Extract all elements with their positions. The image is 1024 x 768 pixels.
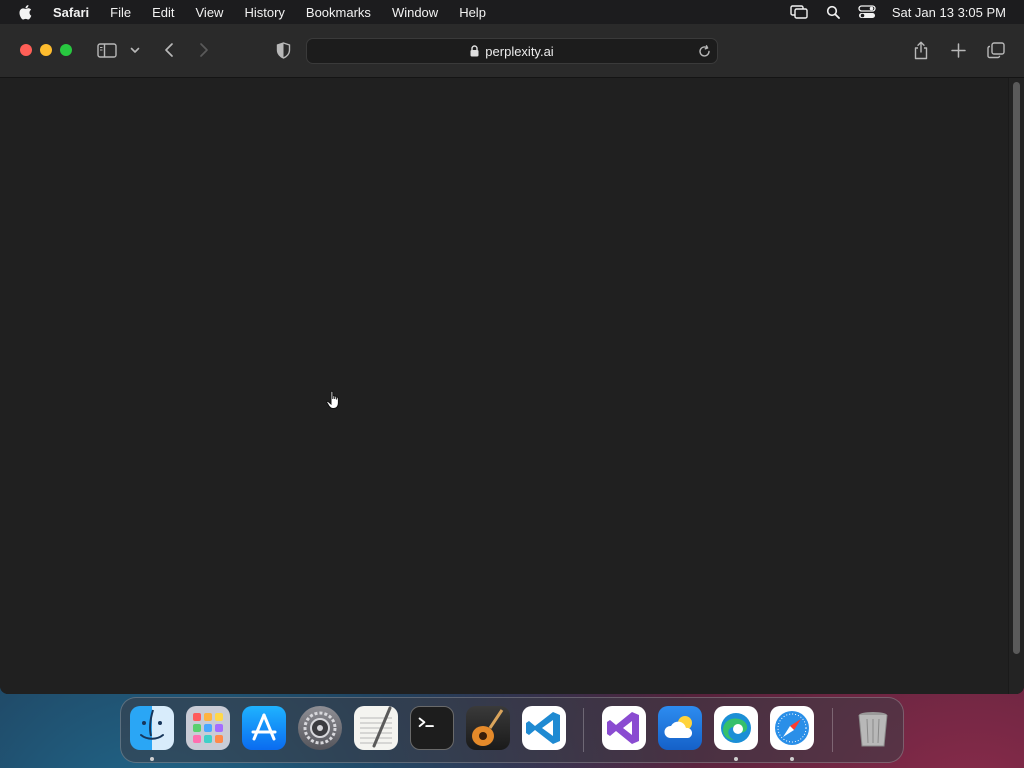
plus-icon[interactable] xyxy=(949,41,967,59)
safari-icon[interactable] xyxy=(770,706,814,750)
menu-window[interactable]: Window xyxy=(392,5,438,20)
apple-logo-icon[interactable] xyxy=(18,4,36,20)
vertical-scrollbar[interactable] xyxy=(1008,78,1024,694)
control-center-icon[interactable] xyxy=(858,4,876,20)
visual-studio-icon[interactable] xyxy=(602,706,646,750)
dock xyxy=(120,697,904,763)
dock-separator xyxy=(832,708,833,752)
terminal-icon[interactable] xyxy=(410,706,454,750)
edge-icon[interactable] xyxy=(714,706,758,750)
browser-toolbar: perplexity.ai xyxy=(0,24,1024,78)
menu-help[interactable]: Help xyxy=(459,5,486,20)
close-window-button[interactable] xyxy=(20,44,32,56)
running-indicator xyxy=(150,757,154,761)
sidebar-icon[interactable] xyxy=(96,41,118,59)
url-text: perplexity.ai xyxy=(485,43,554,59)
menu-app-name[interactable]: Safari xyxy=(53,5,89,20)
menu-edit[interactable]: Edit xyxy=(152,5,174,20)
app-store-icon[interactable] xyxy=(242,706,286,750)
share-icon[interactable] xyxy=(912,40,930,60)
tab-overview-icon[interactable] xyxy=(986,41,1006,59)
safari-window: perplexity.ai xyxy=(0,24,1024,694)
trash-icon[interactable] xyxy=(851,706,895,750)
running-indicator xyxy=(734,757,738,761)
launchpad-icon[interactable] xyxy=(186,706,230,750)
weather-icon[interactable] xyxy=(658,706,702,750)
shield-icon[interactable] xyxy=(274,41,292,59)
finder-icon[interactable] xyxy=(130,706,174,750)
menu-bar-clock[interactable]: Sat Jan 13 3:05 PM xyxy=(892,5,1006,20)
vscode-icon[interactable] xyxy=(522,706,566,750)
scrollbar-thumb[interactable] xyxy=(1013,82,1020,654)
chevron-right-icon[interactable] xyxy=(195,41,213,59)
dock-separator xyxy=(583,708,584,752)
menu-view[interactable]: View xyxy=(196,5,224,20)
hand-pointer-icon xyxy=(326,390,342,410)
system-settings-icon[interactable] xyxy=(298,706,342,750)
chevron-left-icon[interactable] xyxy=(160,41,178,59)
screen-mirroring-icon[interactable] xyxy=(790,4,808,20)
minimize-window-button[interactable] xyxy=(40,44,52,56)
menu-file[interactable]: File xyxy=(110,5,131,20)
zoom-window-button[interactable] xyxy=(60,44,72,56)
textedit-icon[interactable] xyxy=(354,706,398,750)
lock-icon xyxy=(470,45,479,57)
running-indicator xyxy=(790,757,794,761)
spotlight-search-icon[interactable] xyxy=(824,4,842,20)
menu-bookmarks[interactable]: Bookmarks xyxy=(306,5,371,20)
reload-icon[interactable] xyxy=(697,44,711,58)
menu-history[interactable]: History xyxy=(244,5,284,20)
chevron-down-icon[interactable] xyxy=(129,44,141,56)
menu-bar: Safari File Edit View History Bookmarks … xyxy=(0,0,1024,24)
web-content-area[interactable] xyxy=(0,78,1024,694)
address-bar[interactable]: perplexity.ai xyxy=(306,38,718,64)
garageband-icon[interactable] xyxy=(466,706,510,750)
